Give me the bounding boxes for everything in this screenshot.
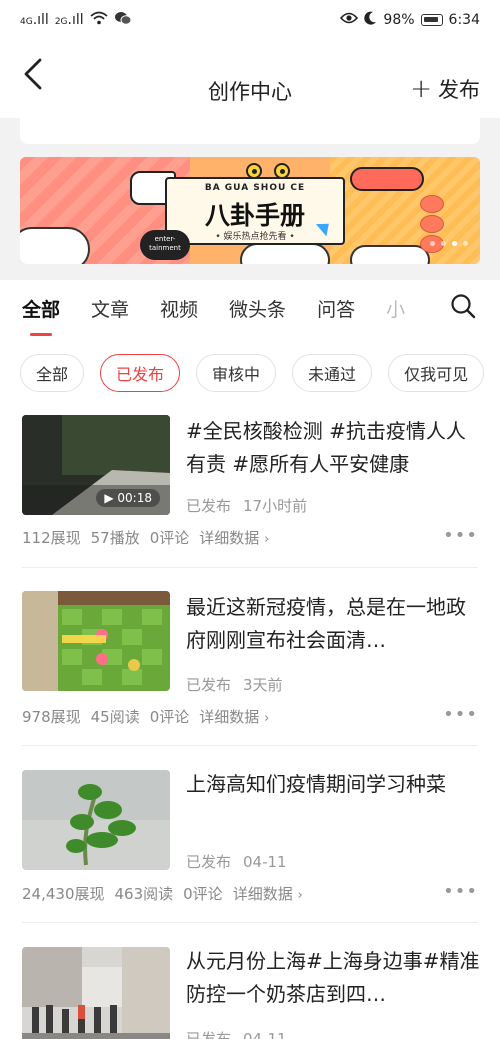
tab-mini[interactable]: 小 <box>386 295 405 322</box>
article-meta: 已发布 04-11 <box>186 1028 299 1039</box>
divider <box>22 922 478 923</box>
filter-all[interactable]: 全部 <box>20 354 85 392</box>
carousel-dot <box>430 241 435 246</box>
carousel-dot <box>463 241 468 246</box>
battery-icon <box>420 14 443 26</box>
tab-qa[interactable]: 问答 <box>317 295 355 322</box>
video-duration: ▶ 00:18 <box>96 489 160 507</box>
divider <box>22 567 478 568</box>
filter-rejected[interactable]: 未通过 <box>292 354 373 392</box>
balls-illustration <box>420 195 444 255</box>
publish-button[interactable]: + 发布 <box>410 74 480 104</box>
article-meta: 已发布 17小时前 <box>186 495 319 516</box>
tab-videos[interactable]: 视频 <box>160 295 198 322</box>
filter-published[interactable]: 已发布 <box>100 354 181 392</box>
chevron-right-icon: › <box>264 711 270 726</box>
carousel-dot-active <box>452 241 457 246</box>
article-title[interactable]: 从元月份上海#上海身边事#精准防控一个奶茶店到四… <box>186 945 482 1011</box>
video-thumbnail[interactable]: ▶ 00:18 <box>22 415 170 515</box>
impressions: 112展现 <box>22 529 81 547</box>
article-title[interactable]: #全民核酸检测 #抗击疫情人人有责 #愿所有人平安健康 <box>186 415 482 481</box>
plus-icon: + <box>410 74 432 104</box>
filter-private[interactable]: 仅我可见 <box>388 354 485 392</box>
banner-subtitle: • 娱乐热点抢先看 • <box>215 232 295 242</box>
detail-data-link[interactable]: 详细数据 › <box>199 527 269 548</box>
article-thumbnail[interactable] <box>22 947 170 1039</box>
publish-time: 04-11 <box>243 1030 287 1039</box>
publish-label: 发布 <box>438 78 480 102</box>
entertainment-badge: enter- tainment <box>140 230 190 260</box>
clock: 6:34 <box>448 12 480 28</box>
publish-status: 已发布 <box>186 853 232 871</box>
impressions: 978展现 <box>22 708 81 726</box>
cloud-illustration <box>20 227 90 264</box>
wifi-icon <box>90 11 108 29</box>
cloud-illustration <box>240 243 330 264</box>
promo-banner[interactable]: BA GUA SHOU CE 八卦手册 • 娱乐热点抢先看 • enter- t… <box>20 157 480 264</box>
chevron-right-icon: › <box>297 888 303 903</box>
article-meta: 已发布 3天前 <box>186 674 295 695</box>
app-header: 创作中心 + 发布 <box>0 48 500 128</box>
article-stats: 24,430展现 463阅读 0评论 详细数据 › <box>22 883 303 904</box>
status-bar: 4G.ıll 2G.ıll 98% 6:34 <box>0 0 500 40</box>
cloud-illustration <box>350 245 430 264</box>
content-tabs: 全部 文章 视频 微头条 问答 小 <box>0 283 500 336</box>
magnifier-pill-illustration <box>350 167 424 191</box>
detail-data-link[interactable]: 详细数据 › <box>199 706 269 727</box>
article-title[interactable]: 上海高知们疫情期间学习种菜 <box>186 768 482 801</box>
article-stats: 112展现 57播放 0评论 详细数据 › <box>22 527 269 548</box>
article-thumbnail[interactable] <box>22 591 170 691</box>
banner-title-card: BA GUA SHOU CE 八卦手册 • 娱乐热点抢先看 • <box>165 177 345 245</box>
publish-time: 17小时前 <box>243 497 308 515</box>
publish-status: 已发布 <box>186 1030 232 1039</box>
more-icon[interactable]: ••• <box>443 525 478 546</box>
article-meta: 已发布 04-11 <box>186 851 299 872</box>
signal-icon-2: 2G.ıll <box>54 12 84 28</box>
filter-reviewing[interactable]: 审核中 <box>196 354 277 392</box>
top-card-strip <box>20 118 480 144</box>
comments: 0评论 <box>183 885 223 903</box>
reads: 45阅读 <box>90 708 140 726</box>
publish-time: 3天前 <box>243 676 283 694</box>
detail-data-link[interactable]: 详细数据 › <box>233 883 303 904</box>
carousel-dot <box>441 241 446 246</box>
banner-subtitle-en: BA GUA SHOU CE <box>204 183 306 193</box>
wechat-icon <box>114 11 132 30</box>
eye-icon <box>340 12 359 28</box>
more-icon[interactable]: ••• <box>443 881 478 902</box>
tab-micro-posts[interactable]: 微头条 <box>229 295 286 322</box>
banner-title: 八卦手册 <box>204 201 305 230</box>
tab-articles[interactable]: 文章 <box>91 295 129 322</box>
article-title[interactable]: 最近这新冠疫情，总是在一地政府刚刚宣布社会面清… <box>186 591 482 657</box>
plays: 57播放 <box>90 529 140 547</box>
more-icon[interactable]: ••• <box>443 704 478 725</box>
comments: 0评论 <box>149 708 190 726</box>
publish-time: 04-11 <box>243 853 287 871</box>
publish-status: 已发布 <box>186 497 232 515</box>
moon-icon <box>364 11 377 29</box>
reads: 463阅读 <box>114 885 174 903</box>
battery-percent: 98% <box>383 12 415 28</box>
status-filters: 全部 已发布 审核中 未通过 仅我可见 <box>20 354 500 394</box>
article-stats: 978展现 45阅读 0评论 详细数据 › <box>22 706 269 727</box>
status-left: 4G.ıll 2G.ıll <box>20 11 132 30</box>
chevron-right-icon: › <box>264 532 270 547</box>
article-thumbnail[interactable] <box>22 770 170 870</box>
impressions: 24,430展现 <box>22 885 105 903</box>
search-icon[interactable] <box>450 293 476 319</box>
carousel-dots <box>430 241 468 246</box>
status-right: 98% 6:34 <box>340 11 480 29</box>
signal-icon: 4G.ıll <box>20 12 49 28</box>
publish-status: 已发布 <box>186 676 232 694</box>
divider <box>22 745 478 746</box>
comments: 0评论 <box>149 529 190 547</box>
tab-all[interactable]: 全部 <box>22 295 60 336</box>
